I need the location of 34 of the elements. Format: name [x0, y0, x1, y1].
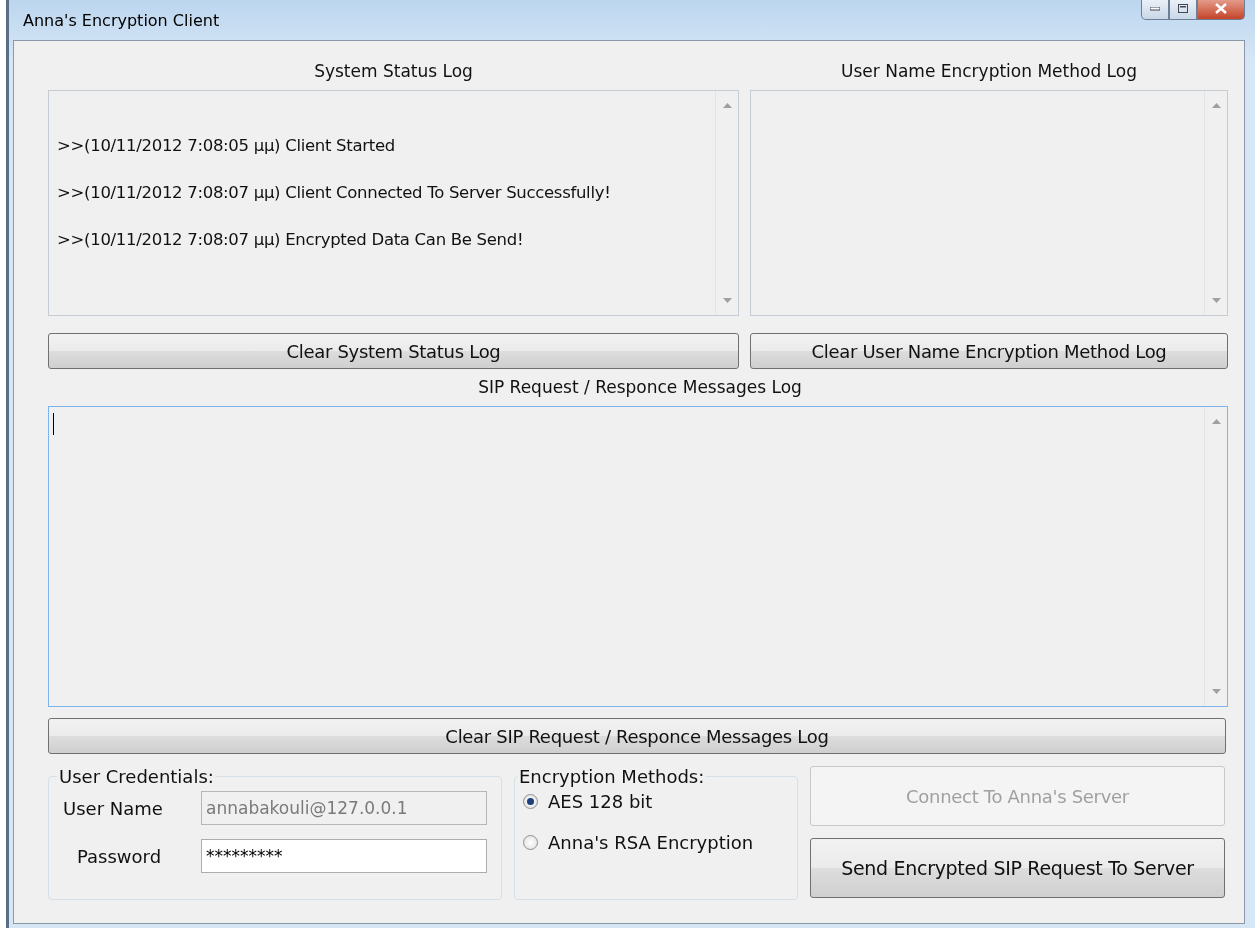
- radio-icon[interactable]: [523, 794, 538, 809]
- scroll-down-icon[interactable]: [722, 298, 732, 303]
- scroll-up-icon[interactable]: [722, 103, 732, 108]
- field-label: Password: [76, 845, 163, 867]
- log-title: User Name Encryption Method Log: [841, 61, 1137, 81]
- text-cursor: [53, 413, 54, 435]
- window-title: Anna's Encryption Client: [23, 10, 220, 30]
- scroll-up-icon[interactable]: [1211, 419, 1221, 424]
- maximize-button[interactable]: [1169, 0, 1197, 20]
- radio-icon[interactable]: [523, 835, 538, 850]
- minimize-button[interactable]: [1141, 0, 1169, 20]
- radio-option[interactable]: AES 128 bit: [523, 791, 787, 812]
- minimize-icon: [1150, 6, 1160, 11]
- group-title: Encryption Methods:: [518, 766, 706, 787]
- clear-log-button[interactable]: Clear SIP Request / Responce Messages Log: [48, 718, 1226, 754]
- log-line: >>(10/11/2012 7:08:07 μμ) Client Connected To Server Successfully!: [57, 183, 612, 202]
- clear-log-button[interactable]: Clear User Name Encryption Method Log: [750, 333, 1228, 369]
- close-icon: [1215, 3, 1227, 14]
- scroll-down-icon[interactable]: [1211, 298, 1221, 303]
- log-line: >>(10/11/2012 7:08:05 μμ) Client Started: [57, 136, 396, 155]
- maximize-icon: [1178, 4, 1188, 13]
- action-button[interactable]: Send Encrypted SIP Request To Server: [810, 838, 1225, 898]
- close-button[interactable]: [1197, 0, 1245, 20]
- log-title: SIP Request / Responce Messages Log: [478, 377, 802, 397]
- scroll-up-icon[interactable]: [1211, 103, 1221, 108]
- log-title: System Status Log: [314, 61, 473, 81]
- system-status-log[interactable]: >>(10/11/2012 7:08:05 μμ) Client Started >>(10/11/2012 7:08:07 μμ) Client Connected To Server Successfully! >>(10/11/2012 7:08:07 μμ) Encrypted Data Can Be Send!: [48, 90, 739, 316]
- clear-log-button[interactable]: Clear System Status Log: [48, 333, 739, 369]
- log-line: >>(10/11/2012 7:08:07 μμ) Encrypted Data Can Be Send!: [57, 230, 525, 249]
- radio-option[interactable]: Anna's RSA Encryption: [523, 832, 787, 853]
- input-field[interactable]: *********: [201, 839, 487, 873]
- field-label: User Name: [63, 797, 164, 819]
- scroll-down-icon[interactable]: [1211, 689, 1221, 694]
- group-title: User Credentials:: [58, 766, 215, 787]
